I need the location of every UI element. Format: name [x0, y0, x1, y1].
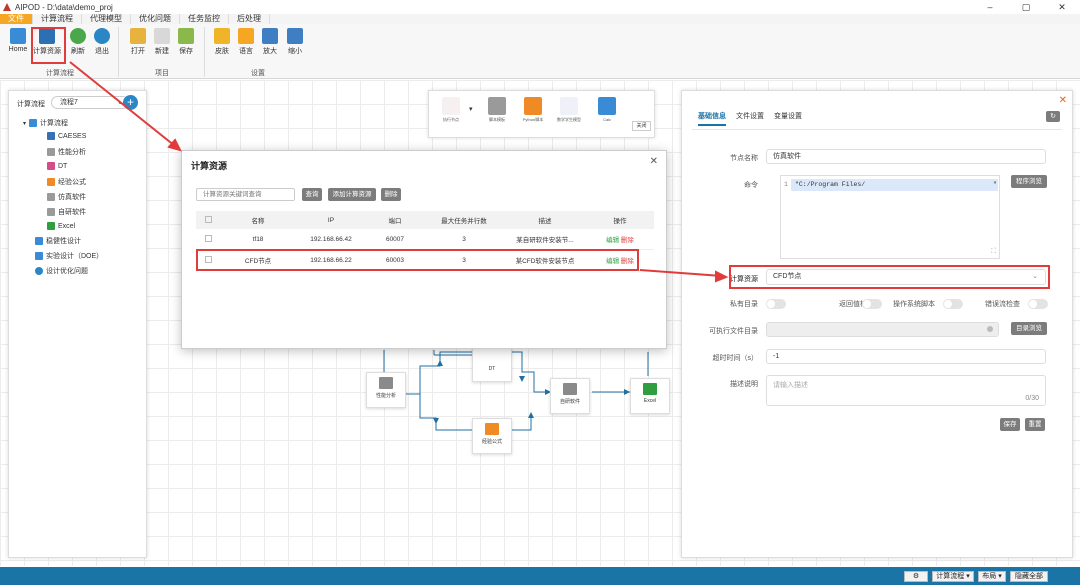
hide-all-button[interactable]: 隐藏全部 — [1010, 571, 1048, 582]
layout-menu-button[interactable]: 布局 ▾ — [978, 571, 1006, 582]
annotation-arrows — [69, 61, 729, 283]
status-bar: ⚙ 计算流程 ▾ 布局 ▾ 隐藏全部 — [0, 567, 1080, 585]
settings-button[interactable]: ⚙ — [904, 571, 928, 582]
flow-menu-button[interactable]: 计算流程 ▾ — [932, 571, 974, 582]
